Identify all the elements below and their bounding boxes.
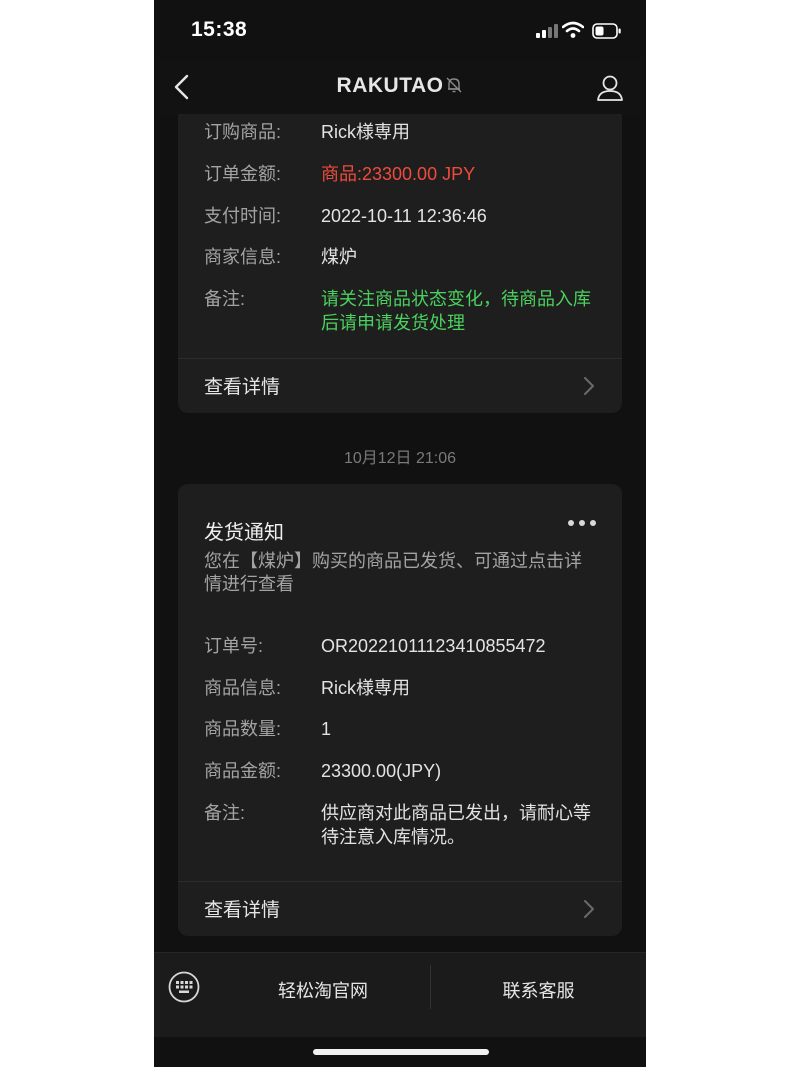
order-info-card: 订购商品: Rick様専用 订单金额: 商品:23300.00 JPY 支付时间… xyxy=(178,114,622,413)
bottom-menu-bar: 轻松淘官网 联系客服 xyxy=(154,952,646,1037)
product-quantity-label: 商品数量: xyxy=(204,719,282,739)
nav-bar: RAKUTAO xyxy=(154,62,646,114)
shipping-view-details-link[interactable]: 查看详情 xyxy=(178,882,622,936)
order-product-label: 订购商品: xyxy=(204,122,282,142)
product-info-label: 商品信息: xyxy=(204,678,282,698)
home-indicator[interactable] xyxy=(313,1049,489,1055)
order-remark-value: 请关注商品状态变化，待商品入库后请申请发货处理 xyxy=(321,289,591,333)
chat-title: RAKUTAO xyxy=(154,74,646,98)
order-product-value: Rick様専用 xyxy=(321,122,410,142)
message-list[interactable]: 订购商品: Rick様専用 订单金额: 商品:23300.00 JPY 支付时间… xyxy=(154,114,646,952)
shipping-remark-value: 供应商对此商品已发出，请耐心等待注意入库情况。 xyxy=(321,803,591,847)
view-details-label: 查看详情 xyxy=(204,900,281,921)
phone-screen: 15:38 RAKUTAO 订购商品: Rick様専用 订单金额: 商品:233… xyxy=(154,0,646,1067)
shipping-remark-label: 备注: xyxy=(204,803,246,823)
product-quantity-value: 1 xyxy=(321,719,332,739)
view-details-label: 查看详情 xyxy=(204,377,281,398)
order-number-label: 订单号: xyxy=(204,636,264,656)
order-amount-label: 订单金额: xyxy=(204,164,282,184)
keyboard-icon[interactable] xyxy=(168,971,200,1003)
status-bar: 15:38 xyxy=(154,0,646,62)
order-amount-value: 商品:23300.00 JPY xyxy=(321,164,476,184)
card-description: 您在【煤炉】购买的商品已发货、可通过点击详情进行查看 xyxy=(204,551,582,594)
cellular-signal-icon xyxy=(536,24,558,38)
official-site-menu-button[interactable]: 轻松淘官网 xyxy=(216,977,430,1003)
payment-time-value: 2022-10-11 12:36:46 xyxy=(321,206,487,226)
contact-support-menu-button[interactable]: 联系客服 xyxy=(431,977,646,1003)
product-amount-value: 23300.00(JPY) xyxy=(321,761,442,781)
merchant-info-label: 商家信息: xyxy=(204,247,282,267)
message-timestamp: 10月12日 21:06 xyxy=(343,450,457,467)
product-amount-label: 商品金额: xyxy=(204,761,282,781)
order-remark-label: 备注: xyxy=(204,289,246,309)
battery-icon xyxy=(592,23,621,39)
chevron-right-icon xyxy=(584,377,594,395)
mute-bell-icon xyxy=(446,77,462,93)
merchant-info-value: 煤炉 xyxy=(321,247,357,267)
profile-icon[interactable] xyxy=(594,72,626,104)
wifi-icon xyxy=(562,21,584,38)
order-view-details-link[interactable]: 查看详情 xyxy=(178,359,622,413)
chevron-right-icon xyxy=(584,900,594,918)
more-options-icon[interactable] xyxy=(568,520,600,530)
shipping-notice-card: 发货通知 您在【煤炉】购买的商品已发货、可通过点击详情进行查看 订单号: OR2… xyxy=(178,484,622,936)
product-info-value: Rick様専用 xyxy=(321,678,410,698)
chat-title-text: RAKUTAO xyxy=(336,74,444,97)
order-number-value: OR20221011123410855472 xyxy=(321,636,546,656)
payment-time-label: 支付时间: xyxy=(204,206,282,226)
status-time: 15:38 xyxy=(191,18,248,41)
card-title: 发货通知 xyxy=(204,522,284,544)
